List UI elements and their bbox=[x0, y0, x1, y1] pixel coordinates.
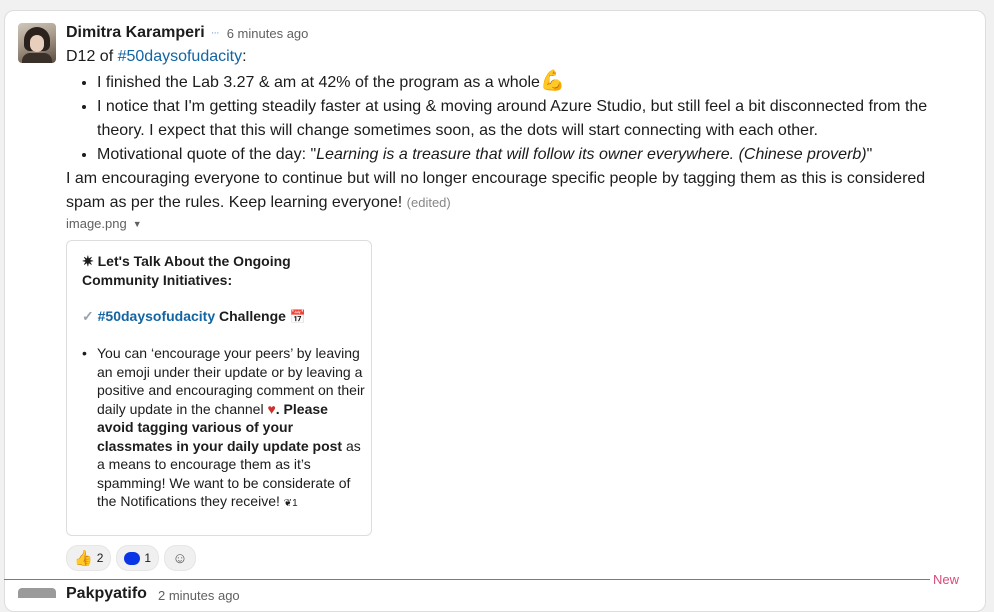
image-attachment[interactable]: ✷ Let's Talk About the Ongoing Community… bbox=[66, 240, 372, 536]
check-icon: ✓ bbox=[82, 308, 94, 324]
challenge-line: ✓ #50daysofudacity Challenge 📅 bbox=[82, 308, 306, 324]
next-author-name[interactable]: Pakpyatifo bbox=[66, 585, 147, 603]
add-emoji-icon: ☺ bbox=[172, 549, 188, 567]
new-messages-divider bbox=[4, 579, 930, 580]
reaction-thumbs-up[interactable]: 👍 2 bbox=[66, 545, 112, 571]
next-avatar[interactable] bbox=[18, 588, 56, 598]
heart-icon: ♥ bbox=[267, 400, 276, 417]
flexed-biceps-icon: 💪 bbox=[539, 70, 565, 92]
speech-bubble-icon[interactable]: ··· bbox=[211, 27, 220, 39]
closing-paragraph: I am encouraging everyone to continue bu… bbox=[66, 170, 926, 211]
attachment-bullet: • You can ‘encourage your peers’ by leav… bbox=[82, 344, 367, 514]
channel-link[interactable]: #50daysofudacity bbox=[118, 48, 243, 65]
footnote-mark: ❦1 bbox=[283, 498, 298, 509]
avatar[interactable] bbox=[18, 23, 56, 63]
bullet-dot: • bbox=[82, 345, 87, 361]
author-name[interactable]: Dimitra Karamperi bbox=[66, 24, 205, 42]
file-name[interactable]: image.png bbox=[66, 216, 127, 231]
message-header: Dimitra Karamperi ··· 6 minutes ago bbox=[66, 22, 308, 44]
message-body: D12 of #50daysofudacity: I finished the … bbox=[66, 45, 966, 215]
quote-text: Learning is a treasure that will follow … bbox=[316, 146, 867, 163]
blue-blob-icon bbox=[124, 551, 141, 565]
reaction-blue-blob[interactable]: 1 bbox=[116, 545, 160, 571]
attachment-title: ✷ Let's Talk About the Ongoing Community… bbox=[82, 253, 291, 288]
add-reaction-button[interactable]: ☺ bbox=[164, 545, 197, 571]
calendar-icon: 📅 bbox=[289, 309, 306, 324]
new-label: New bbox=[933, 572, 960, 587]
next-timestamp[interactable]: 2 minutes ago bbox=[158, 588, 240, 603]
sparkle-icon: ✷ bbox=[82, 253, 94, 269]
thumbs-up-icon: 👍 bbox=[74, 550, 93, 567]
reaction-count: 2 bbox=[96, 551, 104, 565]
list-item: I notice that I'm getting steadily faste… bbox=[97, 95, 966, 143]
reaction-count: 1 bbox=[144, 551, 152, 565]
bullet-list: I finished the Lab 3.27 & am at 42% of t… bbox=[66, 69, 966, 167]
attachment-file-label[interactable]: image.png ▼ bbox=[66, 216, 142, 231]
reactions-bar: 👍 2 1 ☺ bbox=[66, 545, 197, 571]
list-item: Motivational quote of the day: "Learning… bbox=[97, 143, 966, 167]
timestamp[interactable]: 6 minutes ago bbox=[227, 26, 309, 41]
list-item: I finished the Lab 3.27 & am at 42% of t… bbox=[97, 69, 966, 95]
intro-line: D12 of #50daysofudacity: bbox=[66, 48, 247, 65]
challenge-link: #50daysofudacity bbox=[97, 308, 216, 324]
chevron-down-icon[interactable]: ▼ bbox=[133, 219, 142, 229]
edited-label: (edited) bbox=[406, 195, 451, 210]
